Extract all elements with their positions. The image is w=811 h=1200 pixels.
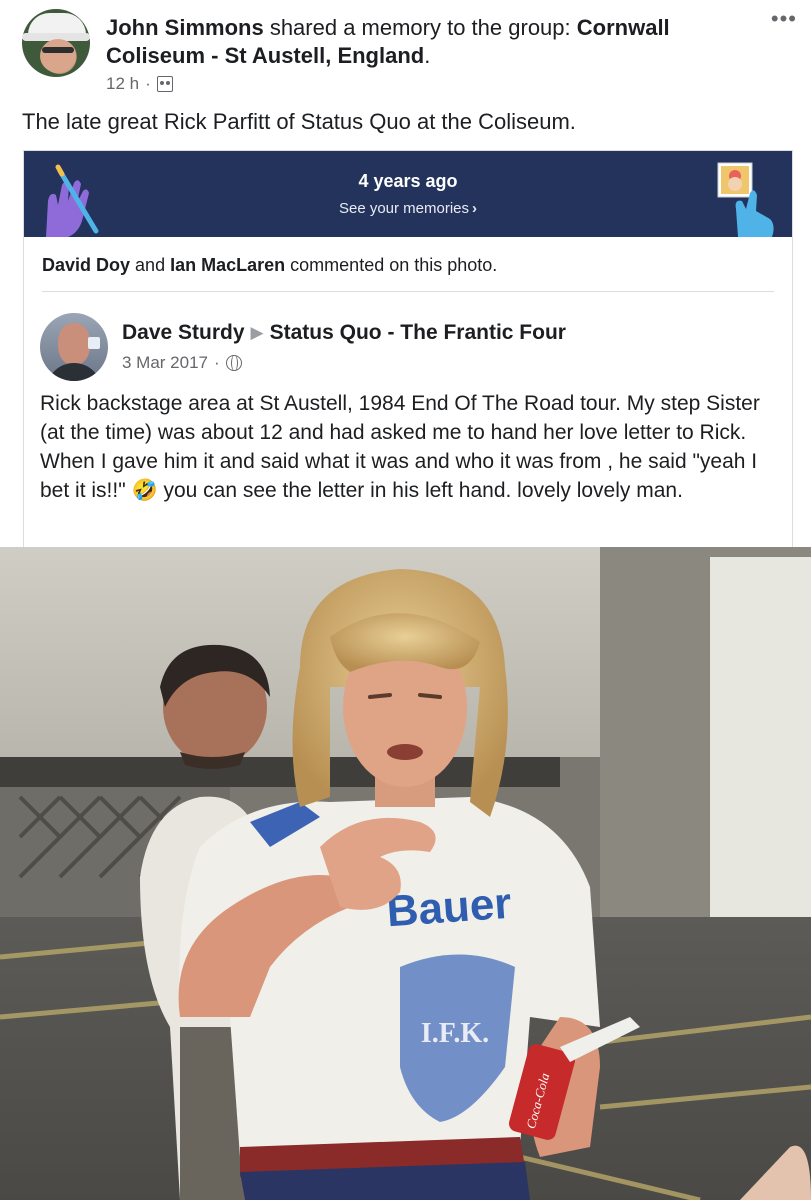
see-memories-link[interactable]: See your memories › xyxy=(24,200,792,217)
memory-banner[interactable]: 4 years ago See your memories › xyxy=(24,151,792,237)
shirt-brand-text: Bauer xyxy=(385,879,513,937)
commenter-link-1[interactable]: David Doy xyxy=(42,255,130,275)
hand-photo-illustration-icon xyxy=(717,162,774,237)
post-caption: The late great Rick Parfitt of Status Qu… xyxy=(22,109,576,134)
post-header: John Simmons shared a memory to the grou… xyxy=(0,0,811,100)
shared-post-text: Rick backstage area at St Austell, 1984 … xyxy=(40,392,760,502)
post-timestamp[interactable]: 12 h xyxy=(106,74,139,94)
arrow-right-icon: ▶ xyxy=(250,323,264,342)
chevron-right-icon: › xyxy=(472,200,478,217)
shared-meta-separator: · xyxy=(214,353,220,372)
commenters-line: David Doy and Ian MacLaren commented on … xyxy=(42,255,497,276)
memory-title: 4 years ago xyxy=(358,171,458,191)
author-name-link[interactable]: John Simmons xyxy=(106,15,264,40)
shared-post-meta: 3 Mar 2017 · xyxy=(122,353,242,373)
shared-post-date[interactable]: 3 Mar 2017 xyxy=(122,353,208,373)
shared-author-avatar[interactable] xyxy=(40,313,108,381)
shirt-shield-text: I.F.K. xyxy=(421,1018,489,1049)
card-divider xyxy=(42,291,774,292)
commenter-link-2[interactable]: Ian MacLaren xyxy=(170,255,285,275)
shared-group-link[interactable]: Status Quo - The Frantic Four xyxy=(270,321,566,345)
shared-post-title: Dave Sturdy ▶ Status Quo - The Frantic F… xyxy=(122,321,566,345)
commenters-conjunction: and xyxy=(135,255,166,275)
post-photo[interactable]: I.F.K. Bauer Coca-Cola xyxy=(0,547,811,1200)
shared-author-link[interactable]: Dave Sturdy xyxy=(122,321,245,345)
title-period: . xyxy=(424,43,431,68)
author-avatar[interactable] xyxy=(22,9,90,77)
photo-illustration: I.F.K. Bauer Coca-Cola xyxy=(0,547,811,1200)
memory-card: 4 years ago See your memories › David Doy… xyxy=(23,150,793,550)
globe-icon xyxy=(225,355,242,371)
more-options-button[interactable]: ••• xyxy=(771,8,797,30)
meta-separator: · xyxy=(145,74,151,93)
see-memories-label: See your memories xyxy=(338,200,470,217)
post-meta: 12 h · xyxy=(106,74,173,94)
post-title: John Simmons shared a memory to the grou… xyxy=(106,14,746,70)
share-action-text: shared a memory to the group: xyxy=(269,15,571,40)
commented-suffix: commented on this photo. xyxy=(290,255,498,275)
group-privacy-icon xyxy=(156,76,173,92)
